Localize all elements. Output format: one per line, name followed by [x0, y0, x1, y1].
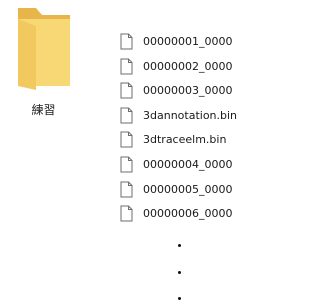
folder-label: 練習 — [31, 103, 56, 117]
file-icon — [120, 33, 133, 50]
file-name: 00000004_0000 — [143, 157, 233, 171]
file-item[interactable]: 00000005_0000 — [120, 178, 253, 203]
file-item[interactable]: 00000006_0000 — [120, 202, 253, 227]
file-icon — [120, 107, 133, 124]
file-name: 00000006_0000 — [143, 207, 233, 221]
file-name: 00000002_0000 — [143, 59, 233, 73]
file-icon — [120, 131, 133, 148]
ellipsis-dot — [178, 244, 181, 247]
ellipsis-dot — [178, 271, 181, 274]
folder-item[interactable]: 練習 — [0, 0, 100, 132]
file-icon — [120, 181, 133, 198]
folder-icon — [18, 8, 70, 90]
file-name: 00000003_0000 — [143, 84, 233, 98]
file-item[interactable]: 00000001_0000 — [120, 30, 253, 55]
file-item[interactable]: 00000003_0000 — [120, 79, 253, 104]
file-name: 00000001_0000 — [143, 35, 233, 48]
file-name: 3dannotation.bin — [143, 108, 238, 122]
file-icon — [120, 156, 133, 173]
file-item[interactable]: 00000002_0000 — [120, 55, 253, 80]
file-item[interactable]: 00000004_0000 — [120, 153, 253, 178]
file-item[interactable]: 3dtraceelm.bin — [120, 128, 253, 153]
file-item[interactable]: 3dannotation.bin — [120, 104, 253, 129]
file-icon — [120, 58, 133, 75]
file-icon — [120, 82, 133, 99]
file-name: 00000005_0000 — [143, 182, 233, 196]
file-icon — [120, 205, 133, 222]
ellipsis-dot — [178, 297, 181, 300]
file-list: 00000001_0000 00000002_0000 00000003_000… — [120, 30, 253, 232]
file-name: 3dtraceelm.bin — [143, 133, 227, 147]
